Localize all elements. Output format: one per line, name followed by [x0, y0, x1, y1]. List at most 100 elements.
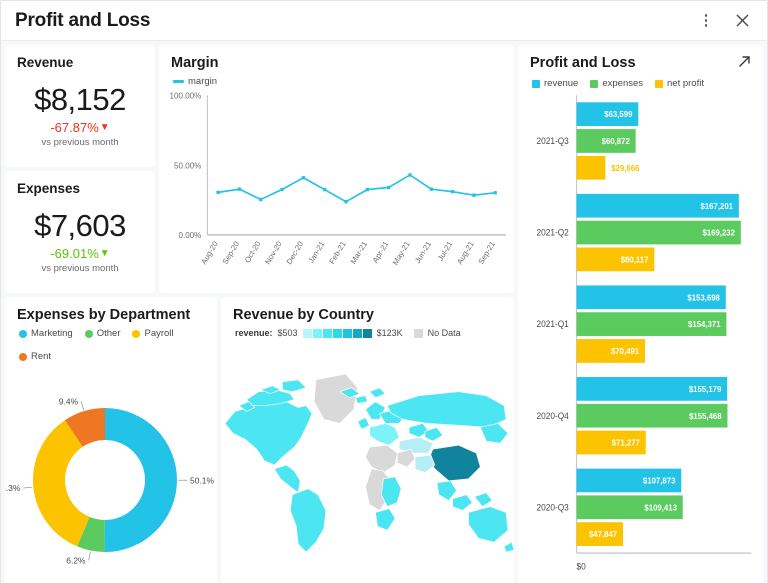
legend-item-revenue[interactable]: revenue: [532, 78, 578, 89]
pl-bar-value-label: $109,413: [644, 503, 677, 512]
revenue-by-country-title: Revenue by Country: [221, 297, 514, 323]
kpi-delta-revenue: -67.87% ▼: [50, 120, 109, 135]
map-country-arabia[interactable]: [397, 449, 415, 467]
pl-bar-value-label: $167,201: [701, 202, 734, 211]
margin-data-point[interactable]: [216, 191, 219, 194]
kpi-delta-expenses: -69.01% ▼: [50, 246, 109, 261]
kpi-column: Revenue $8,152 -67.87% ▼ vs previous mon…: [5, 45, 155, 293]
margin-x-tick: Dec-20: [285, 240, 305, 267]
margin-x-tick: Sep-21: [477, 240, 497, 267]
margin-data-point[interactable]: [259, 198, 262, 201]
map-country-philippines[interactable]: [474, 493, 492, 507]
map-country-south-america[interactable]: [290, 489, 326, 552]
margin-data-point[interactable]: [323, 188, 326, 191]
map-country-russia-east[interactable]: [480, 423, 508, 443]
pl-bar-value-label: $154,371: [688, 320, 721, 329]
expenses-by-department-legend: Marketing Other Payroll Rent: [5, 323, 217, 362]
map-scale-swatch: [333, 329, 342, 338]
map-scale-swatch: [353, 329, 362, 338]
pl-bar-value-label: $107,873: [643, 476, 676, 485]
donut-slice[interactable]: [105, 408, 177, 552]
page-title: Profit and Loss: [15, 10, 150, 32]
margin-x-tick: Apr-21: [371, 240, 390, 265]
left-column: Revenue $8,152 -67.87% ▼ vs previous mon…: [5, 45, 514, 583]
top-row: Revenue $8,152 -67.87% ▼ vs previous mon…: [5, 45, 514, 293]
margin-data-point[interactable]: [366, 188, 369, 191]
map-scale-swatch: [303, 329, 312, 338]
map-country-norway-coast[interactable]: [356, 396, 368, 404]
map-country-uk[interactable]: [358, 417, 370, 429]
map-scale-swatch: [343, 329, 352, 338]
map-country-canada-island-c[interactable]: [282, 380, 306, 392]
margin-data-point[interactable]: [387, 186, 390, 189]
margin-line-series: [218, 175, 495, 202]
dashboard-window: Profit and Loss Revenue: [0, 0, 768, 583]
trend-down-icon: ▼: [100, 123, 110, 133]
profit-and-loss-title: Profit and Loss: [518, 45, 738, 71]
header-actions: [695, 10, 753, 32]
margin-data-point[interactable]: [344, 200, 347, 203]
map-country-china[interactable]: [429, 445, 480, 481]
expenses-by-department-title: Expenses by Department: [5, 297, 217, 323]
pl-bar-value-label: $155,468: [689, 412, 722, 421]
kpi-body-expenses: $7,603 -69.01% ▼ vs previous month: [5, 196, 155, 293]
legend-item-payroll[interactable]: Payroll: [132, 328, 173, 339]
margin-x-tick: Aug-21: [455, 240, 475, 267]
map-country-greenland[interactable]: [314, 374, 358, 423]
margin-data-point[interactable]: [238, 187, 241, 190]
pl-axis-zero-label: $0: [577, 561, 586, 571]
legend-item-marketing[interactable]: Marketing: [19, 328, 73, 339]
margin-x-tick: Jul-21: [436, 240, 454, 263]
window-header: Profit and Loss: [1, 1, 767, 41]
margin-data-point[interactable]: [280, 188, 283, 191]
profit-and-loss-header: Profit and Loss: [518, 45, 763, 73]
right-column: Profit and Loss revenue: [518, 45, 763, 583]
margin-x-tick: Mar-21: [349, 240, 369, 266]
map-country-russia[interactable]: [387, 392, 506, 428]
margin-x-tick: Nov-20: [263, 240, 283, 267]
margin-data-point[interactable]: [302, 176, 305, 179]
margin-data-point[interactable]: [408, 173, 411, 176]
margin-data-point[interactable]: [494, 191, 497, 194]
margin-x-tick: Feb-21: [328, 240, 348, 266]
margin-chart-plot: 0.00%50.00%100.00%Aug-20Sep-20Oct-20Nov-…: [159, 87, 514, 293]
map-country-north-africa[interactable]: [366, 445, 398, 473]
close-icon[interactable]: [731, 10, 753, 32]
legend-item-net-profit[interactable]: net profit: [655, 78, 704, 89]
map-country-svalbard[interactable]: [369, 388, 385, 398]
map-country-central-america[interactable]: [274, 465, 300, 493]
legend-item-rent[interactable]: Rent: [19, 351, 51, 362]
kpi-card-expenses: Expenses $7,603 -69.01% ▼ vs previous mo…: [5, 171, 155, 293]
margin-data-point[interactable]: [472, 193, 475, 196]
map-country-australia[interactable]: [468, 507, 508, 543]
legend-item-expenses[interactable]: expenses: [590, 78, 643, 89]
map-country-south-africa[interactable]: [375, 509, 395, 531]
margin-data-point[interactable]: [430, 187, 433, 190]
kpi-label-expenses: Expenses: [5, 171, 155, 196]
legend-swatch-marketing: [19, 330, 27, 338]
pl-bar-net-profit[interactable]: [577, 156, 606, 180]
pl-bar-value-label: $29,666: [611, 164, 640, 173]
margin-x-tick: Oct-20: [243, 240, 262, 265]
map-country-western-europe[interactable]: [369, 423, 399, 445]
world-map[interactable]: [221, 338, 514, 583]
map-country-north-america[interactable]: [225, 402, 312, 465]
bottom-row: Expenses by Department Marketing Other: [5, 297, 514, 583]
map-country-sea-mainland[interactable]: [437, 481, 457, 501]
map-country-indonesia[interactable]: [453, 495, 473, 511]
map-country-new-zealand[interactable]: [504, 542, 514, 552]
kebab-menu-icon[interactable]: [695, 10, 717, 32]
donut-slice-label: 9.4%: [59, 397, 79, 407]
map-legend-key: revenue:: [235, 328, 273, 338]
legend-item-other[interactable]: Other: [85, 328, 121, 339]
legend-item-margin[interactable]: margin: [173, 76, 217, 87]
margin-x-tick: Sep-20: [221, 240, 241, 267]
margin-y-tick: 50.00%: [174, 161, 202, 170]
pl-bar-value-label: $47,847: [589, 530, 618, 539]
expand-arrow-icon[interactable]: [738, 45, 763, 73]
margin-data-point[interactable]: [451, 190, 454, 193]
legend-label-rent: Rent: [31, 351, 51, 362]
map-country-central-asia[interactable]: [399, 437, 433, 453]
legend-label-margin: margin: [188, 76, 217, 87]
map-country-india-region[interactable]: [415, 455, 435, 473]
